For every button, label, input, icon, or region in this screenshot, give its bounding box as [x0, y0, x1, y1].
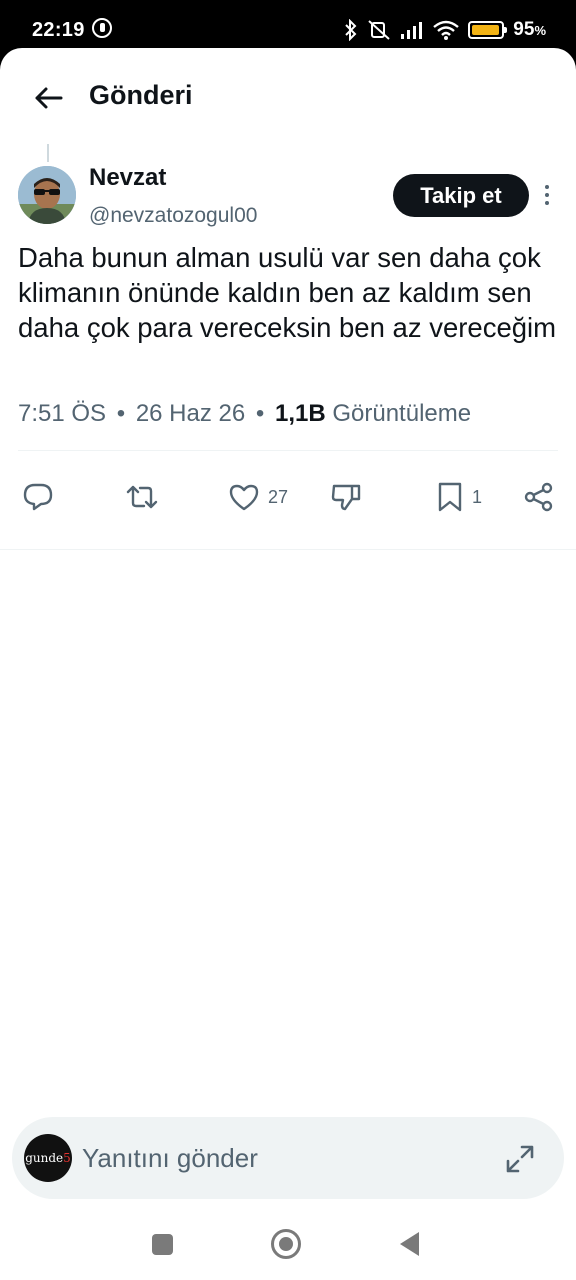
- author-name[interactable]: Nevzat: [89, 164, 166, 192]
- meta-separator: •: [255, 400, 265, 427]
- top-bar: Gönderi: [0, 48, 576, 144]
- author-handle[interactable]: @nevzatozogul00: [89, 204, 257, 228]
- bookmark-button[interactable]: 1: [436, 475, 482, 519]
- avatar-logo-text: gunde: [25, 1151, 64, 1165]
- notification-icon: [92, 18, 112, 38]
- more-dot: [545, 193, 549, 197]
- battery-fill: [472, 25, 499, 35]
- status-icons: 95%: [344, 16, 546, 44]
- bluetooth-icon: [345, 19, 357, 41]
- like-count: 27: [268, 486, 289, 507]
- tweet-time: 7:51 ÖS: [18, 400, 107, 427]
- recents-button[interactable]: [152, 1234, 173, 1255]
- tweet-actions: 27 1: [0, 475, 576, 523]
- page-title: Gönderi: [89, 80, 193, 110]
- mute-vibrate-icon: [368, 20, 390, 40]
- views-label[interactable]: Görüntüleme: [332, 400, 471, 427]
- back-button[interactable]: [24, 74, 72, 122]
- share-icon: [524, 482, 553, 512]
- dislike-button[interactable]: [330, 475, 362, 519]
- app-screen: Gönderi Nevzat @nevzatozogul00 Takip et …: [0, 48, 576, 1280]
- battery-percent-suffix: %: [534, 23, 546, 38]
- battery-icon: [468, 21, 508, 39]
- reply-input[interactable]: Yanıtını gönder: [82, 1143, 258, 1174]
- heart-icon: [229, 484, 259, 511]
- more-dot: [545, 201, 549, 205]
- avatar-logo-accent: 5: [63, 1151, 71, 1165]
- retweet-button[interactable]: [124, 475, 160, 519]
- retweet-icon: [126, 485, 158, 509]
- reply-composer[interactable]: gunde 5 Yanıtını gönder: [12, 1117, 564, 1199]
- tweet-text: Daha bunun alman usulü var sen daha çok …: [18, 242, 557, 343]
- author-avatar[interactable]: [18, 166, 76, 224]
- expand-icon[interactable]: [504, 1143, 536, 1175]
- wifi-icon: [433, 20, 460, 40]
- reply-button[interactable]: [22, 475, 54, 519]
- battery-percent-value: 95: [513, 19, 535, 40]
- battery-percent: 95%: [513, 19, 546, 41]
- system-navigation-bar: [0, 1219, 576, 1280]
- meta-separator: •: [116, 400, 126, 427]
- meta-divider: [18, 450, 558, 451]
- home-button[interactable]: [271, 1229, 301, 1259]
- thumbs-down-icon: [331, 484, 361, 511]
- follow-button[interactable]: Takip et: [393, 174, 529, 217]
- views-count[interactable]: 1,1B: [275, 400, 326, 427]
- more-options-button[interactable]: [534, 180, 560, 210]
- thread-connector-line: [47, 144, 49, 162]
- signal-icon: [401, 22, 423, 39]
- arrow-left-icon: [35, 87, 63, 109]
- status-time: 22:19: [32, 19, 85, 41]
- current-user-avatar: gunde 5: [24, 1134, 72, 1182]
- bookmark-icon: [438, 482, 462, 512]
- tweet-date: 26 Haz 26: [135, 400, 246, 427]
- system-back-button[interactable]: [400, 1232, 419, 1256]
- like-button[interactable]: 27: [228, 475, 288, 519]
- avatar-photo: [18, 166, 76, 224]
- bookmark-count: 1: [472, 486, 483, 507]
- tweet-meta: 7:51 ÖS • 26 Haz 26 • 1,1B Görüntüleme: [18, 400, 471, 428]
- reply-icon: [23, 483, 53, 511]
- actions-divider: [0, 549, 576, 550]
- share-button[interactable]: [523, 475, 555, 519]
- more-dot: [545, 185, 549, 189]
